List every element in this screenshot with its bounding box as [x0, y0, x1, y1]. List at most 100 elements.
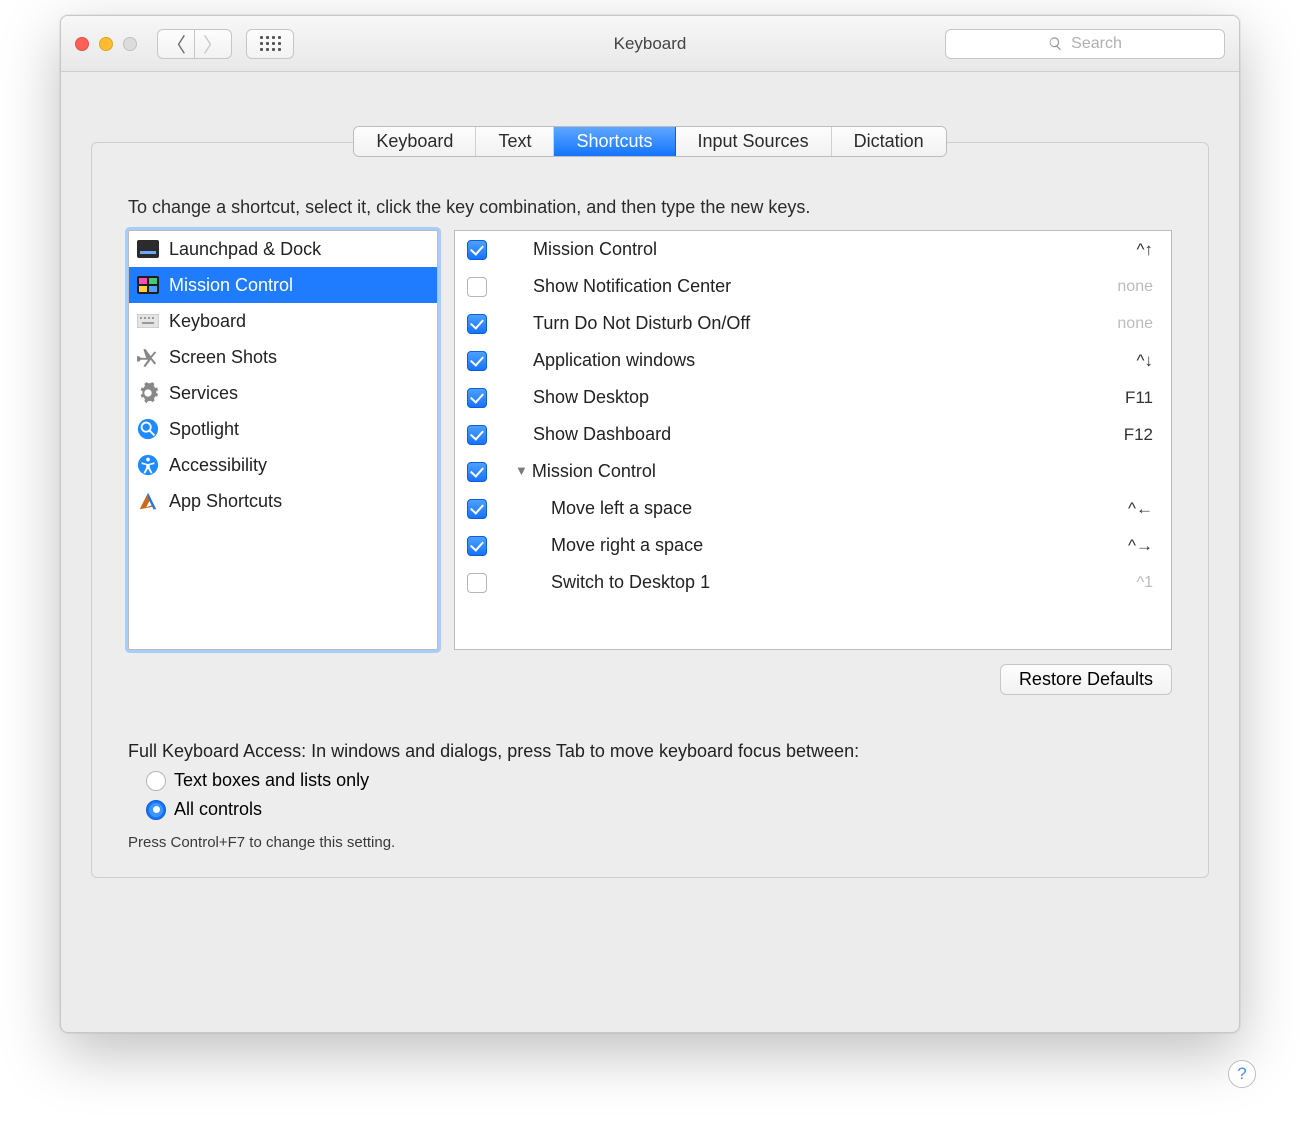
full-keyboard-access-heading: Full Keyboard Access: In windows and dia… [128, 741, 1172, 762]
category-label: Spotlight [169, 419, 239, 440]
category-label: Mission Control [169, 275, 293, 296]
close-icon[interactable] [75, 37, 89, 51]
search-input[interactable]: Search [945, 29, 1225, 59]
tab-dictation[interactable]: Dictation [832, 127, 946, 156]
shortcut-label: Switch to Desktop 1 [515, 572, 1137, 593]
radio-button[interactable] [146, 771, 166, 791]
shortcut-key[interactable]: ^↓ [1137, 351, 1153, 371]
scissors-icon [137, 346, 159, 368]
category-keyboard[interactable]: Keyboard [129, 303, 437, 339]
category-spotlight[interactable]: Spotlight [129, 411, 437, 447]
fka-option[interactable]: Text boxes and lists only [146, 770, 1172, 791]
shortcut-row[interactable]: Show DesktopF11 [455, 379, 1171, 416]
search-placeholder: Search [1071, 35, 1122, 53]
category-label: Launchpad & Dock [169, 239, 321, 260]
shortcut-label: Mission Control [533, 239, 1137, 260]
shortcut-key[interactable]: none [1117, 315, 1153, 333]
help-button[interactable]: ? [1228, 1060, 1256, 1088]
shortcut-label: Move left a space [515, 498, 1128, 519]
shortcut-key[interactable]: none [1117, 278, 1153, 296]
gear-icon [137, 382, 159, 404]
keyboard-icon [137, 310, 159, 332]
shortcut-label: Move right a space [515, 535, 1128, 556]
category-label: Services [169, 383, 238, 404]
shortcut-label: Show Notification Center [533, 276, 1117, 297]
content: KeyboardTextShortcutsInput SourcesDictat… [61, 72, 1239, 908]
checkbox[interactable] [467, 499, 487, 519]
shortcut-label: Show Dashboard [533, 424, 1124, 445]
shortcut-row[interactable]: Mission Control^↑ [455, 231, 1171, 268]
shortcut-row[interactable]: Move left a space^← [455, 490, 1171, 527]
tab-text[interactable]: Text [476, 127, 554, 156]
shortcut-row[interactable]: Move right a space^→ [455, 527, 1171, 564]
shortcut-key[interactable]: F12 [1124, 425, 1153, 445]
shortcut-row[interactable]: Show DashboardF12 [455, 416, 1171, 453]
spotlight-icon [137, 418, 159, 440]
category-mission-control[interactable]: Mission Control [129, 267, 437, 303]
chevron-left-icon: 〈 [166, 29, 186, 58]
grid-icon [260, 36, 281, 51]
disclosure-triangle-icon[interactable]: ▼ [515, 463, 528, 478]
shortcut-label: Application windows [533, 350, 1137, 371]
shortcut-label: Turn Do Not Disturb On/Off [533, 313, 1117, 334]
shortcut-key[interactable]: ^↑ [1137, 240, 1153, 260]
category-list[interactable]: Launchpad & Dock Mission Control Keyboard S… [128, 230, 438, 650]
titlebar: 〈 〉 Keyboard Search [61, 16, 1239, 72]
launchpad-icon [137, 238, 159, 260]
radio-button[interactable] [146, 800, 166, 820]
shortcut-row[interactable]: Turn Do Not Disturb On/Offnone [455, 305, 1171, 342]
shortcuts-panel: To change a shortcut, select it, click t… [91, 142, 1209, 878]
window-controls [75, 37, 137, 51]
forward-button: 〉 [194, 29, 232, 59]
category-launchpad-dock[interactable]: Launchpad & Dock [129, 231, 437, 267]
shortcut-key[interactable]: ^← [1128, 499, 1153, 519]
fka-hint: Press Control+F7 to change this setting. [128, 834, 1172, 851]
shortcut-row[interactable]: Show Notification Centernone [455, 268, 1171, 305]
show-all-button[interactable] [246, 29, 294, 59]
restore-defaults-button[interactable]: Restore Defaults [1000, 664, 1172, 695]
checkbox[interactable] [467, 240, 487, 260]
shortcut-list[interactable]: Mission Control^↑Show Notification Cente… [454, 230, 1172, 650]
category-label: App Shortcuts [169, 491, 282, 512]
shortcut-key[interactable]: ^1 [1137, 574, 1153, 592]
shortcut-row[interactable]: Application windows^↓ [455, 342, 1171, 379]
search-icon [1048, 36, 1063, 51]
category-app-shortcuts[interactable]: App Shortcuts [129, 483, 437, 519]
shortcut-key[interactable]: F11 [1125, 388, 1153, 408]
apps-icon [137, 490, 159, 512]
checkbox[interactable] [467, 277, 487, 297]
category-accessibility[interactable]: Accessibility [129, 447, 437, 483]
instruction-text: To change a shortcut, select it, click t… [128, 197, 1172, 218]
checkbox[interactable] [467, 388, 487, 408]
shortcut-row[interactable]: ▼Mission Control [455, 453, 1171, 490]
columns: Launchpad & Dock Mission Control Keyboard S… [128, 230, 1172, 650]
radio-label: Text boxes and lists only [174, 770, 369, 791]
shortcut-key[interactable]: ^→ [1128, 536, 1153, 556]
checkbox[interactable] [467, 536, 487, 556]
shortcut-label: Show Desktop [533, 387, 1125, 408]
checkbox[interactable] [467, 351, 487, 371]
fka-option[interactable]: All controls [146, 799, 1172, 820]
tabs: KeyboardTextShortcutsInput SourcesDictat… [353, 126, 946, 157]
category-label: Accessibility [169, 455, 267, 476]
shortcut-row[interactable]: Switch to Desktop 1^1 [455, 564, 1171, 601]
preferences-window: 〈 〉 Keyboard Search KeyboardTextShortcut… [60, 15, 1240, 1033]
checkbox[interactable] [467, 425, 487, 445]
nav-buttons: 〈 〉 [157, 29, 232, 59]
tab-keyboard[interactable]: Keyboard [354, 127, 476, 156]
zoom-icon [123, 37, 137, 51]
back-button[interactable]: 〈 [157, 29, 195, 59]
tab-input-sources[interactable]: Input Sources [676, 127, 832, 156]
checkbox[interactable] [467, 573, 487, 593]
category-screen-shots[interactable]: Screen Shots [129, 339, 437, 375]
mission-control-icon [137, 274, 159, 296]
accessibility-icon [137, 454, 159, 476]
checkbox[interactable] [467, 314, 487, 334]
checkbox[interactable] [467, 462, 487, 482]
category-services[interactable]: Services [129, 375, 437, 411]
chevron-right-icon: 〉 [203, 29, 223, 58]
category-label: Keyboard [169, 311, 246, 332]
radio-label: All controls [174, 799, 262, 820]
minimize-icon[interactable] [99, 37, 113, 51]
tab-shortcuts[interactable]: Shortcuts [554, 127, 675, 156]
